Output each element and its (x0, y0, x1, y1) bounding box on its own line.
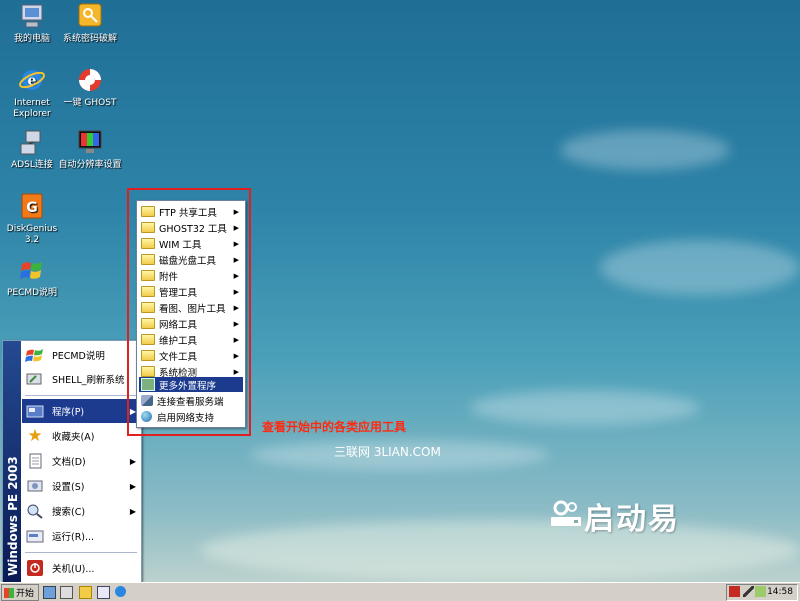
desktop-icon-my-computer[interactable]: 我的电脑 (0, 2, 64, 45)
desktop-icon-ie[interactable]: e Internet Explorer (0, 66, 64, 120)
start-item-run[interactable]: 运行(R)... (22, 524, 140, 548)
start-menu-banner: Windows PE 2003 (3, 341, 21, 583)
system-tray: 14:58 (726, 584, 798, 601)
windows-flag-icon (24, 345, 46, 365)
start-item-label: 程序(P) (52, 407, 85, 418)
ie-icon[interactable] (115, 586, 126, 597)
documents-icon (24, 451, 46, 471)
desktop-icon-label: 系统密码破解 (62, 34, 117, 44)
programs-icon (24, 401, 46, 421)
cloud (600, 240, 800, 295)
start-menu-banner-text: Windows PE 2003 (6, 456, 20, 576)
submenu-arrow-icon: ▶ (129, 456, 136, 466)
start-item-settings[interactable]: 设置(S) ▶ (22, 474, 140, 498)
desktop-icon-ghost[interactable]: 一键 GHOST (58, 66, 122, 109)
logo-text: 启动易 (584, 502, 680, 537)
search-icon (24, 501, 46, 521)
start-menu: Windows PE 2003 PECMD说明 SHELL_刷新系统 程序(P)… (2, 340, 142, 584)
desktop-icon-label: DiskGenius 3.2 (6, 224, 58, 245)
network-icon (17, 128, 47, 158)
desktop-icon-label: PECMD说明 (6, 288, 58, 298)
start-item-label: PECMD说明 (52, 351, 105, 362)
desktop-icon-diskgenius[interactable]: G DiskGenius 3.2 (0, 192, 64, 246)
gear-drive-icon (548, 499, 584, 534)
desktop-icon-label: 自动分辨率设置 (58, 160, 122, 170)
start-menu-separator (25, 552, 137, 553)
watermark-text: 三联网 3LIAN.COM (334, 445, 441, 459)
desktop-icon-label: Internet Explorer (13, 98, 51, 119)
tray-app-icon[interactable] (729, 586, 740, 597)
run-icon (24, 526, 46, 546)
key-icon (75, 2, 105, 32)
star-icon: ★ (27, 426, 43, 446)
cloud (560, 130, 730, 170)
start-item-favorites[interactable]: ★ 收藏夹(A) (22, 424, 140, 448)
display-icon (75, 128, 105, 158)
start-item-label: 文档(D) (52, 457, 86, 468)
start-button-label: 开始 (16, 589, 35, 599)
start-item-pecmd[interactable]: PECMD说明 (22, 343, 140, 367)
windows-flag-icon (17, 256, 47, 286)
svg-text:G: G (26, 200, 38, 216)
clock: 14:58 (767, 587, 793, 597)
desktop-icon-password-crack[interactable]: 系统密码破解 (58, 2, 122, 45)
computer-icon (17, 2, 47, 32)
desktop-icon-pecmd[interactable]: PECMD说明 (0, 256, 64, 299)
start-button[interactable]: 开始 (1, 584, 39, 601)
start-item-shell-refresh[interactable]: SHELL_刷新系统 (22, 367, 140, 391)
explorer-icon[interactable] (97, 586, 110, 599)
network-status-icon[interactable] (755, 586, 766, 597)
refresh-icon (24, 369, 46, 389)
start-item-shutdown[interactable]: 关机(U)... (22, 556, 140, 580)
ie-icon: e (17, 66, 47, 96)
desktop-icon-label: 我的电脑 (13, 34, 50, 44)
highlight-box (127, 188, 251, 436)
desktop-icon-resolution[interactable]: 自动分辨率设置 (58, 128, 122, 171)
cloud (470, 390, 700, 425)
logo: 启动易 (548, 494, 680, 538)
power-icon (24, 558, 46, 578)
diskgenius-icon: G (17, 192, 47, 222)
taskbar: 开始 14:58 (0, 582, 800, 601)
start-item-documents[interactable]: 文档(D) ▶ (22, 449, 140, 473)
desktop-icon-label: 一键 GHOST (63, 98, 117, 108)
desktop-icon-label: ADSL连接 (11, 160, 53, 170)
desktop-icon-adsl[interactable]: ADSL连接 (0, 128, 64, 171)
printer-icon[interactable] (60, 586, 73, 599)
start-item-label: 收藏夹(A) (52, 432, 95, 443)
pen-icon[interactable] (743, 586, 754, 597)
start-item-search[interactable]: 搜索(C) ▶ (22, 499, 140, 523)
start-menu-separator (25, 395, 137, 396)
desktop-icon[interactable] (43, 586, 56, 599)
start-item-label: 运行(R)... (52, 532, 95, 543)
start-item-label: SHELL_刷新系统 (52, 375, 125, 386)
lifebuoy-icon (75, 66, 105, 96)
submenu-arrow-icon: ▶ (129, 506, 136, 516)
start-item-label: 设置(S) (52, 482, 85, 493)
submenu-arrow-icon: ▶ (129, 481, 136, 491)
windows-flag-icon (4, 587, 14, 598)
settings-icon (24, 476, 46, 496)
annotation-text: 查看开始中的各类应用工具 (262, 420, 407, 434)
folder-icon[interactable] (79, 586, 92, 599)
start-item-programs[interactable]: 程序(P) ▶ (22, 399, 140, 423)
cloud (200, 520, 800, 580)
start-item-label: 搜索(C) (52, 507, 86, 518)
start-item-label: 关机(U)... (52, 564, 95, 575)
